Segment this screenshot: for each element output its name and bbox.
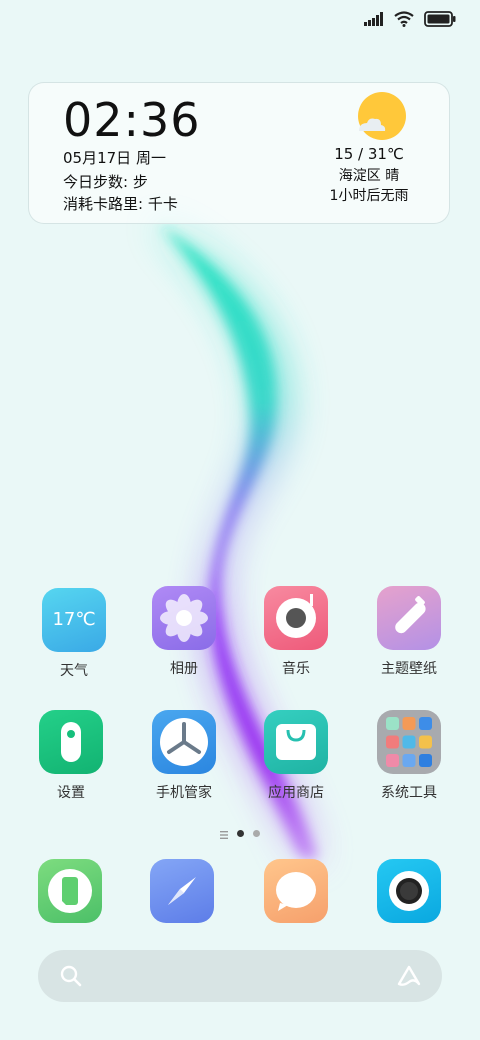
clock-weather-widget[interactable]: 02:36 05月17日 周一 今日步数: 步 消耗卡路里: 千卡 15 / 3… — [28, 82, 450, 224]
app-label: 音乐 — [282, 661, 310, 677]
settings-app-icon — [39, 710, 103, 774]
calories-text: 消耗卡路里: 千卡 — [63, 195, 178, 213]
phone-app-icon[interactable] — [38, 859, 102, 923]
weather-forecast: 1小时后无雨 — [329, 188, 409, 204]
weather-app-icon: 17℃ — [42, 588, 106, 652]
security-app-icon — [152, 710, 216, 774]
app-system-tools-folder[interactable]: 系统工具 — [359, 710, 459, 802]
app-label: 天气 — [60, 663, 88, 679]
weather-location: 海淀区 晴 — [338, 168, 400, 184]
app-store-icon — [264, 710, 328, 774]
app-label: 手机管家 — [156, 785, 212, 801]
app-gallery[interactable]: 相册 — [134, 586, 234, 678]
app-label: 应用商店 — [268, 785, 324, 801]
system-tools-folder-icon — [377, 710, 441, 774]
app-music[interactable]: 音乐 — [246, 586, 346, 678]
clock-time: 02:36 — [63, 93, 201, 147]
camera-app-icon[interactable] — [377, 859, 441, 923]
app-label: 主题壁纸 — [381, 661, 437, 677]
assistant-icon[interactable] — [396, 964, 422, 992]
app-label: 设置 — [57, 785, 85, 801]
app-label: 相册 — [170, 661, 198, 677]
app-weather[interactable]: 17℃ 天气 — [24, 588, 124, 680]
music-app-icon — [264, 586, 328, 650]
date-text: 05月17日 周一 — [63, 149, 166, 167]
signal-icon — [364, 12, 384, 26]
page-dot — [253, 830, 260, 837]
themes-app-icon — [377, 586, 441, 650]
browser-app-icon[interactable] — [150, 859, 214, 923]
menu-lines-icon — [220, 824, 228, 843]
wifi-icon — [394, 11, 414, 27]
status-bar — [364, 8, 456, 30]
sun-cloud-icon — [353, 91, 409, 147]
gallery-app-icon — [152, 586, 216, 650]
weather-tile-temp: 17℃ — [52, 609, 96, 630]
messages-app-icon[interactable] — [264, 859, 328, 923]
app-security[interactable]: 手机管家 — [134, 710, 234, 802]
search-bar[interactable] — [38, 950, 442, 1002]
app-store[interactable]: 应用商店 — [246, 710, 346, 802]
battery-icon — [424, 11, 456, 27]
app-settings[interactable]: 设置 — [21, 710, 121, 802]
page-indicator[interactable] — [0, 824, 480, 843]
search-icon[interactable] — [60, 965, 82, 991]
weather-temperature: 15 / 31℃ — [334, 145, 404, 163]
steps-text: 今日步数: 步 — [63, 173, 148, 191]
page-dot-active — [237, 830, 244, 837]
app-themes[interactable]: 主题壁纸 — [359, 586, 459, 678]
app-label: 系统工具 — [381, 785, 437, 801]
